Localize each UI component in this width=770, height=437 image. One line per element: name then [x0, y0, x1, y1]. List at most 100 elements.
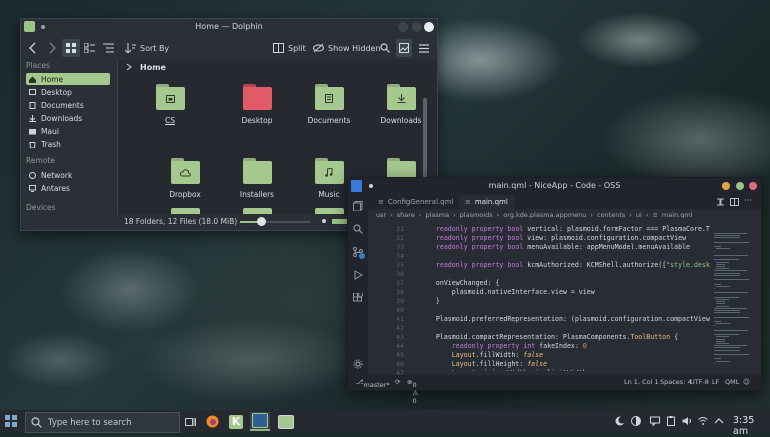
run-debug-icon[interactable]	[353, 270, 363, 280]
clipboard-icon[interactable]	[666, 416, 676, 426]
zoom-slider-handle[interactable]	[257, 217, 266, 226]
taskbar-search[interactable]: Type here to search	[25, 412, 180, 433]
breadcrumb[interactable]: Home	[126, 60, 166, 74]
folder-item-installers[interactable]: Installers	[227, 158, 287, 199]
language-mode[interactable]: QML	[725, 378, 739, 386]
code-line[interactable]: readonly property bool view: plasmoid.co…	[420, 234, 686, 242]
night-color-icon[interactable]	[631, 416, 641, 426]
sort-by-button[interactable]: Sort By	[125, 39, 169, 57]
taskbar-dolphin[interactable]	[276, 412, 296, 431]
code-line[interactable]: readonly property bool kcmAuthorized: KC…	[420, 261, 710, 269]
eol-status[interactable]: LF	[712, 378, 719, 386]
maximize-button[interactable]	[412, 22, 422, 32]
search-button[interactable]	[380, 39, 390, 57]
qml-file-icon: ≡	[465, 198, 471, 206]
search-icon[interactable]	[353, 224, 363, 234]
hamburger-menu-button[interactable]	[419, 39, 429, 57]
sidebar-item-trash[interactable]: Trash	[26, 138, 110, 150]
line-numbers: 31 32 33 34 35 36 37 38 39 40 41 42 43 4…	[368, 221, 404, 371]
sidebar-item-downloads[interactable]: Downloads	[26, 112, 110, 124]
folder-item-desktop[interactable]: Desktop	[227, 84, 287, 125]
taskbar-code-oss[interactable]	[250, 412, 270, 431]
extensions-icon[interactable]	[353, 293, 363, 303]
volume-icon[interactable]	[682, 416, 692, 426]
clock[interactable]: 3:35 am	[733, 415, 770, 437]
line-number: 38	[374, 288, 404, 296]
sidebar-item-home[interactable]: Home	[26, 73, 110, 85]
cursor-position[interactable]: Ln 1, Col 1	[624, 378, 659, 386]
folder-item-cs[interactable]: CS	[140, 84, 200, 125]
app-launcher-button[interactable]	[5, 415, 18, 428]
compare-changes-icon[interactable]	[716, 198, 725, 206]
task-view-button[interactable]	[180, 412, 200, 431]
code-titlebar[interactable]: main.qml - NiceApp - Code - OSS	[348, 178, 761, 195]
problems-status[interactable]: ⊗ 0 ⚠ 0	[407, 378, 412, 386]
code-line[interactable]: readonly property bool vertical: plasmoi…	[420, 225, 710, 233]
file-view-scrollbar[interactable]	[423, 98, 427, 178]
minimize-button[interactable]	[722, 182, 730, 190]
code-oss-window[interactable]: main.qml - NiceApp - Code - OSS ≡ Config…	[347, 177, 762, 391]
breadcrumb-home[interactable]: Home	[140, 63, 166, 72]
tab-config-general[interactable]: ≡ ConfigGeneral.qml	[372, 195, 459, 209]
maximize-button[interactable]	[736, 182, 744, 190]
minimap[interactable]	[713, 233, 753, 373]
breadcrumb-segment[interactable]: main.qml	[662, 211, 693, 219]
back-button[interactable]	[28, 39, 38, 57]
breadcrumb-segment[interactable]: org.kde.plasma.appmenu	[503, 211, 586, 219]
dolphin-titlebar[interactable]: Home — Dolphin	[21, 19, 437, 36]
preview-button[interactable]	[396, 39, 412, 57]
moon-icon[interactable]	[615, 416, 625, 426]
code-line[interactable]: Plasmoid.preferredRepresentation: (plasm…	[420, 315, 710, 323]
folder-item-downloads[interactable]: Downloads	[371, 84, 431, 125]
show-hidden-button[interactable]: Show Hidden	[313, 39, 381, 57]
breadcrumb-segment[interactable]: ui	[636, 211, 642, 219]
breadcrumb-segment[interactable]: contents	[597, 211, 625, 219]
taskbar-kate[interactable]: K	[226, 412, 246, 431]
notifications-icon[interactable]	[650, 416, 660, 426]
sidebar-item-documents[interactable]: Documents	[26, 99, 110, 111]
icons-view-button[interactable]	[62, 39, 80, 57]
code-line[interactable]: Plasmoid.compactRepresentation: PlasmaCo…	[420, 333, 678, 341]
code-line[interactable]: onViewChanged: {	[420, 279, 499, 287]
wifi-icon[interactable]	[698, 416, 708, 426]
close-button[interactable]	[749, 182, 757, 190]
folder-item-documents[interactable]: Documents	[299, 84, 359, 125]
account-icon[interactable]: ☺	[743, 378, 750, 386]
breadcrumb-segment[interactable]: plasma	[425, 211, 449, 219]
line-number: 44	[374, 342, 404, 350]
split-editor-icon[interactable]	[730, 198, 739, 206]
breadcrumb-segment[interactable]: usr	[376, 211, 386, 219]
minimize-button[interactable]	[398, 22, 408, 32]
code-line[interactable]: readonly property bool menuAvailable: ap…	[420, 243, 690, 251]
sidebar-item-network[interactable]: Network	[26, 169, 110, 181]
sort-by-label: Sort By	[140, 44, 169, 53]
close-button[interactable]	[424, 22, 434, 32]
indentation-status[interactable]: Spaces: 4	[660, 378, 692, 386]
code-line[interactable]: Layout.fillWidth: false	[420, 351, 543, 359]
code-line[interactable]: plasmoid.nativeInterface.view = view	[420, 288, 595, 296]
explorer-icon[interactable]	[353, 201, 363, 211]
details-view-button[interactable]	[103, 39, 114, 57]
gear-icon[interactable]	[353, 359, 363, 369]
folder-item-dropbox[interactable]: Dropbox	[155, 158, 215, 199]
tab-main-qml[interactable]: ≡ main.qml	[459, 195, 514, 209]
code-line[interactable]: Layout.fillHeight: false	[420, 360, 547, 368]
sidebar-item-maui[interactable]: Maui	[26, 125, 110, 137]
breadcrumb-segment[interactable]: share	[397, 211, 415, 219]
branch-status[interactable]: ⎇ master*	[356, 378, 364, 386]
more-actions-icon[interactable]: ···	[744, 196, 752, 205]
sidebar-item-desktop[interactable]: Desktop	[26, 86, 110, 98]
code-editor[interactable]: readonly property bool vertical: plasmoi…	[420, 221, 710, 371]
code-line[interactable]: readonly property int fakeIndex: 0	[420, 342, 587, 350]
breadcrumb-segment[interactable]: plasmoids	[460, 211, 493, 219]
forward-button[interactable]	[47, 39, 57, 57]
code-line[interactable]: Layout.minimumWidth: implicitWidth	[420, 369, 587, 371]
chevron-up-icon[interactable]	[714, 416, 724, 426]
taskbar-firefox[interactable]	[202, 412, 222, 431]
sidebar-item-antares[interactable]: Antares	[26, 182, 110, 194]
compact-view-button[interactable]	[84, 39, 95, 57]
split-button[interactable]: Split	[273, 39, 306, 57]
code-line[interactable]: }	[420, 297, 440, 305]
sync-icon[interactable]: ⟳	[395, 378, 400, 386]
encoding-status[interactable]: UTF-8	[690, 378, 709, 386]
